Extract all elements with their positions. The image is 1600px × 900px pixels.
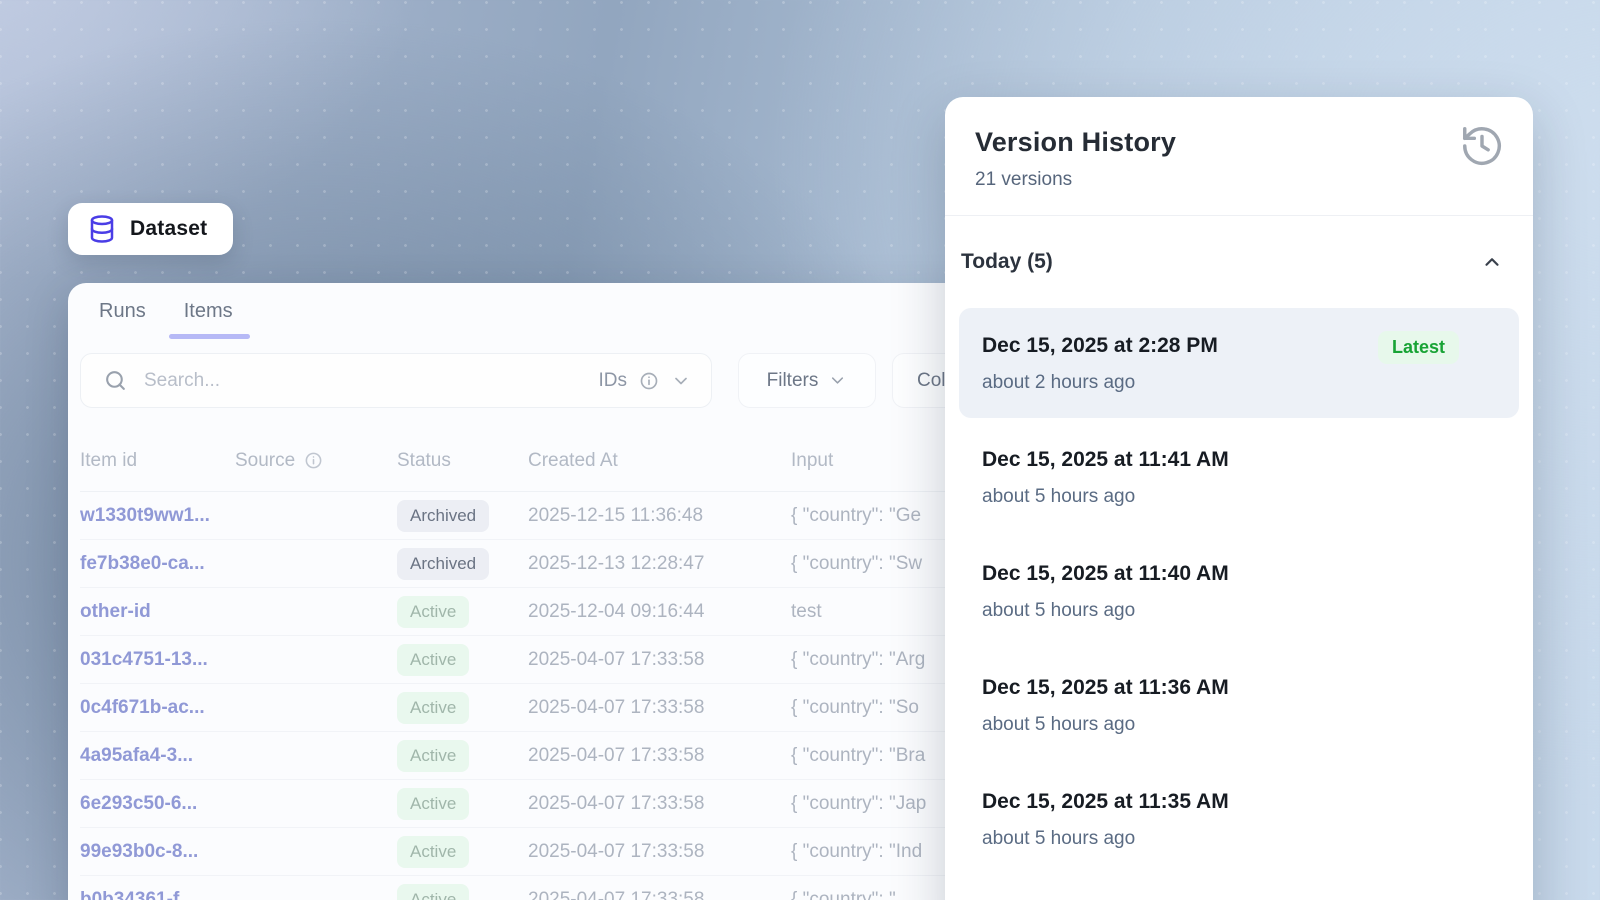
version-entry[interactable]: Dec 15, 2025 at 11:35 AM about 5 hours ag… <box>959 764 1519 874</box>
version-entry[interactable]: Dec 15, 2025 at 2:28 PMabout 2 hours ago… <box>959 308 1519 418</box>
today-section-label: Today (5) <box>961 250 1053 274</box>
info-icon <box>304 451 323 470</box>
version-date: Dec 15, 2025 at 11:36 AM <box>982 676 1493 700</box>
status-badge: Active <box>397 740 469 772</box>
header-source: Source <box>235 450 397 472</box>
version-date: Dec 15, 2025 at 11:35 AM <box>982 790 1493 814</box>
search-input[interactable]: Search... IDs <box>80 353 712 408</box>
ids-dropdown[interactable]: IDs <box>599 370 692 392</box>
version-relative-time: about 5 hours ago <box>982 600 1493 622</box>
header-status: Status <box>397 450 528 472</box>
status-badge: Active <box>397 596 469 628</box>
item-id-link[interactable]: 6e293c50-6... <box>80 793 235 815</box>
created-at-cell: 2025-04-07 17:33:58 <box>528 649 791 671</box>
item-id-link[interactable]: w1330t9ww1... <box>80 505 235 527</box>
created-at-cell: 2025-04-07 17:33:58 <box>528 697 791 719</box>
created-at-cell: 2025-04-07 17:33:58 <box>528 841 791 863</box>
latest-badge: Latest <box>1378 331 1459 364</box>
item-id-link[interactable]: other-id <box>80 601 235 623</box>
version-date: Dec 15, 2025 at 11:40 AM <box>982 562 1493 586</box>
version-relative-time: about 5 hours ago <box>982 486 1493 508</box>
status-cell: Active <box>397 596 528 628</box>
status-cell: Active <box>397 644 528 676</box>
version-entry[interactable]: Dec 15, 2025 at 11:36 AM about 5 hours ag… <box>959 650 1519 760</box>
status-cell: Active <box>397 740 528 772</box>
version-relative-time: about 5 hours ago <box>982 828 1493 850</box>
version-relative-time: about 2 hours ago <box>982 372 1493 394</box>
item-id-link[interactable]: 4a95afa4-3... <box>80 745 235 767</box>
status-cell: Active <box>397 884 528 900</box>
item-id-link[interactable]: fe7b38e0-ca... <box>80 553 235 575</box>
status-cell: Archived <box>397 548 528 580</box>
status-badge: Active <box>397 836 469 868</box>
header-created-at: Created At <box>528 450 791 472</box>
status-badge: Active <box>397 884 469 900</box>
status-cell: Active <box>397 836 528 868</box>
status-cell: Archived <box>397 500 528 532</box>
chevron-down-icon <box>671 371 691 391</box>
active-tab-indicator <box>169 334 250 339</box>
version-date: Dec 15, 2025 at 11:41 AM <box>982 448 1493 472</box>
status-cell: Active <box>397 788 528 820</box>
tab-bar: Runs Items <box>95 300 237 339</box>
status-badge: Archived <box>397 500 489 532</box>
header-item-id: Item id <box>80 450 235 472</box>
tab-runs[interactable]: Runs <box>95 300 150 339</box>
dataset-badge[interactable]: Dataset <box>68 203 233 255</box>
chevron-down-icon <box>828 371 847 390</box>
created-at-cell: 2025-12-13 12:28:47 <box>528 553 791 575</box>
created-at-cell: 2025-04-07 17:33:58 <box>528 745 791 767</box>
status-badge: Active <box>397 692 469 724</box>
status-badge: Active <box>397 644 469 676</box>
item-id-link[interactable]: 0c4f671b-ac... <box>80 697 235 719</box>
ids-label: IDs <box>599 370 628 392</box>
search-placeholder: Search... <box>144 370 583 392</box>
search-icon <box>103 368 128 393</box>
filters-label: Filters <box>767 370 819 392</box>
info-icon <box>639 371 659 391</box>
version-history-header: Version History 21 versions <box>945 97 1533 215</box>
created-at-cell: 2025-12-15 11:36:48 <box>528 505 791 527</box>
status-cell: Active <box>397 692 528 724</box>
history-icon <box>1459 123 1505 169</box>
item-id-link[interactable]: 99e93b0c-8... <box>80 841 235 863</box>
created-at-cell: 2025-04-07 17:33:58 <box>528 889 791 900</box>
version-list: Dec 15, 2025 at 2:28 PMabout 2 hours ago… <box>945 308 1533 874</box>
status-badge: Archived <box>397 548 489 580</box>
tab-runs-label: Runs <box>99 300 146 322</box>
today-section-header[interactable]: Today (5) <box>945 216 1533 308</box>
version-relative-time: about 5 hours ago <box>982 714 1493 736</box>
created-at-cell: 2025-12-04 09:16:44 <box>528 601 791 623</box>
version-count: 21 versions <box>975 169 1503 191</box>
version-history-title: Version History <box>975 127 1503 158</box>
version-entry[interactable]: Dec 15, 2025 at 11:41 AM about 5 hours ag… <box>959 422 1519 532</box>
dataset-label: Dataset <box>130 217 207 241</box>
version-history-panel: Version History 21 versions Today (5) De… <box>945 97 1533 900</box>
tab-items[interactable]: Items <box>180 300 237 339</box>
status-badge: Active <box>397 788 469 820</box>
item-id-link[interactable]: b0b34361-f... <box>80 889 235 900</box>
created-at-cell: 2025-04-07 17:33:58 <box>528 793 791 815</box>
filters-button[interactable]: Filters <box>738 353 876 408</box>
tab-items-label: Items <box>184 300 233 322</box>
chevron-up-icon[interactable] <box>1481 251 1503 273</box>
database-icon <box>87 214 117 244</box>
version-entry[interactable]: Dec 15, 2025 at 11:40 AM about 5 hours ag… <box>959 536 1519 646</box>
item-id-link[interactable]: 031c4751-13... <box>80 649 235 671</box>
